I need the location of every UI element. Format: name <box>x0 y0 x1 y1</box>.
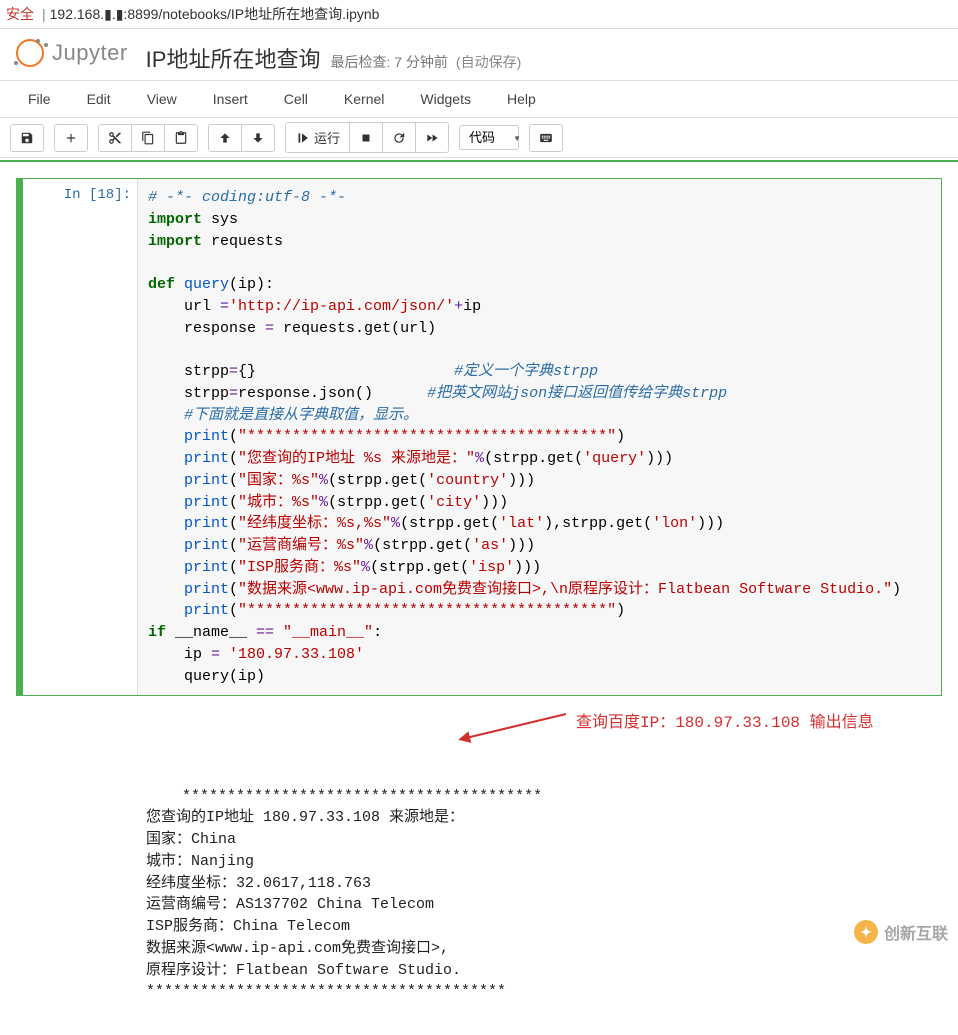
menu-cell[interactable]: Cell <box>266 81 326 117</box>
separator: | <box>42 6 46 22</box>
plus-icon <box>64 131 78 145</box>
run-label: 运行 <box>314 128 340 147</box>
save-button[interactable] <box>11 125 43 151</box>
last-checkpoint: 最后检查: 7 分钟前 <box>330 52 447 72</box>
menu-edit[interactable]: Edit <box>69 81 129 117</box>
notebook-title[interactable]: IP地址所在地查询 <box>146 42 321 74</box>
paste-button[interactable] <box>165 125 197 151</box>
keyboard-icon <box>539 131 553 145</box>
save-icon <box>20 131 34 145</box>
annotation-text: 查询百度IP：180.97.33.108 输出信息 <box>576 712 874 735</box>
menu-kernel[interactable]: Kernel <box>326 81 402 117</box>
jupyter-logo-icon <box>16 39 44 67</box>
menu-bar: File Edit View Insert Cell Kernel Widget… <box>0 80 958 118</box>
move-down-button[interactable] <box>242 125 274 151</box>
menu-insert[interactable]: Insert <box>195 81 266 117</box>
menu-file[interactable]: File <box>10 81 69 117</box>
cut-icon <box>108 131 122 145</box>
code-cell[interactable]: In [18]: # -*- coding:utf-8 -*- import s… <box>16 178 942 696</box>
copy-icon <box>141 131 155 145</box>
address-bar[interactable]: 安全 | 192.168.▮.▮:8899/notebooks/IP地址所在地查… <box>0 0 958 29</box>
watermark-text: 创新互联 <box>884 920 948 944</box>
stop-icon <box>359 131 373 145</box>
arrow-down-icon <box>251 131 265 145</box>
restart-button[interactable] <box>383 123 416 152</box>
stop-button[interactable] <box>350 123 383 152</box>
menu-widgets[interactable]: Widgets <box>402 81 489 117</box>
arrow-up-icon <box>218 131 232 145</box>
output-text: ****************************************… <box>146 788 542 1001</box>
input-prompt: In [18]: <box>17 179 137 695</box>
watermark: ✦ 创新互联 <box>854 920 948 944</box>
add-cell-button[interactable] <box>55 125 87 151</box>
url-text: 192.168.▮.▮:8899/notebooks/IP地址所在地查询.ipy… <box>50 4 380 24</box>
annotation-arrow-icon <box>456 706 576 746</box>
restart-icon <box>392 131 406 145</box>
code-editor[interactable]: # -*- coding:utf-8 -*- import sys import… <box>137 179 941 695</box>
move-up-button[interactable] <box>209 125 242 151</box>
notebook-body: In [18]: # -*- coding:utf-8 -*- import s… <box>0 160 958 1035</box>
run-icon <box>295 131 309 145</box>
cell-type-select[interactable]: 代码 <box>459 125 519 150</box>
jupyter-logo[interactable]: Jupyter <box>16 39 128 67</box>
fast-forward-icon <box>425 131 439 145</box>
watermark-logo-icon: ✦ <box>854 920 878 944</box>
paste-icon <box>174 131 188 145</box>
cut-button[interactable] <box>99 125 132 151</box>
toolbar: 运行 代码 <box>0 118 958 158</box>
menu-help[interactable]: Help <box>489 81 554 117</box>
run-button[interactable]: 运行 <box>286 123 350 152</box>
security-status: 安全 <box>6 4 34 24</box>
copy-button[interactable] <box>132 125 165 151</box>
autosave-label: (自动保存) <box>456 52 521 72</box>
menu-view[interactable]: View <box>129 81 195 117</box>
jupyter-logo-text: Jupyter <box>52 40 128 66</box>
command-palette-button[interactable] <box>530 125 562 151</box>
notebook-header: Jupyter IP地址所在地查询 最后检查: 7 分钟前 (自动保存) <box>0 29 958 80</box>
run-all-button[interactable] <box>416 123 448 152</box>
cell-output: 查询百度IP：180.97.33.108 输出信息 **************… <box>136 698 958 1035</box>
